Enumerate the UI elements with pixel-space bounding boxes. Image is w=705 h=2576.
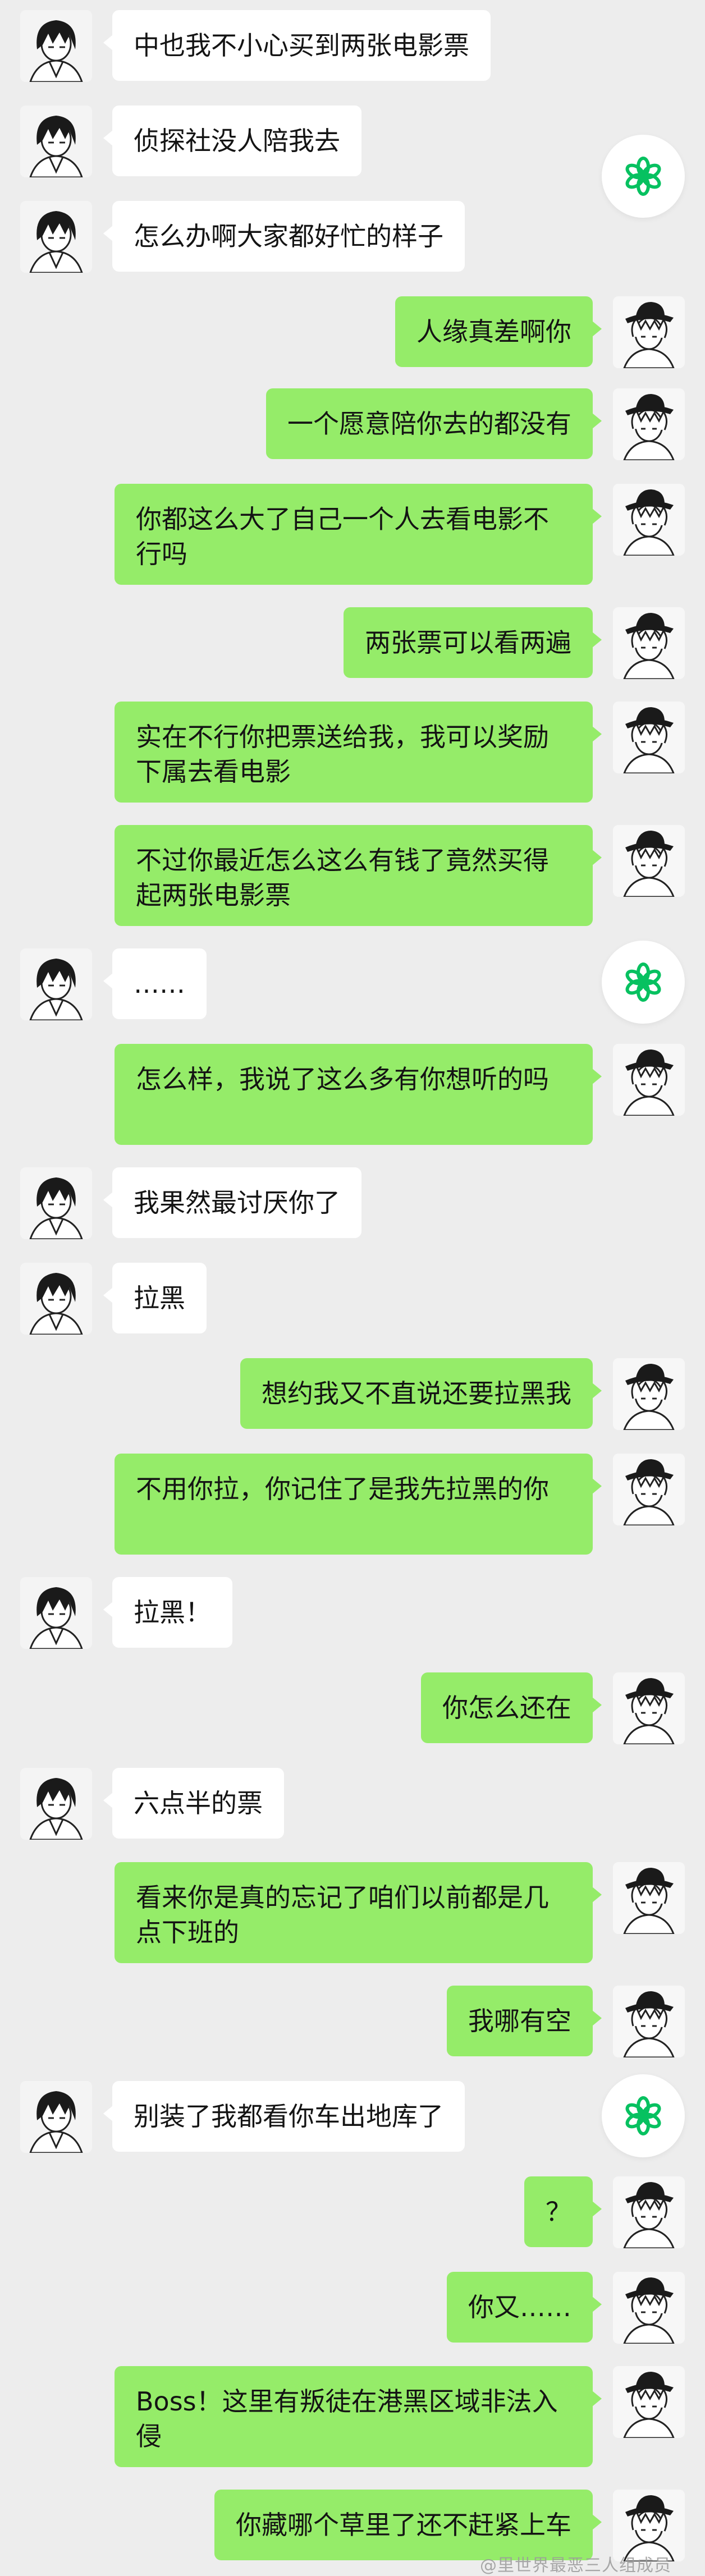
dark-haired-boy-avatar-icon bbox=[20, 201, 92, 273]
floating-action-button[interactable] bbox=[602, 941, 685, 1024]
hat-wearing-boy-avatar-icon bbox=[613, 1862, 685, 1934]
avatar-left[interactable] bbox=[20, 1263, 92, 1335]
message-bubble[interactable]: …… bbox=[103, 948, 207, 1019]
message-bubble[interactable]: 实在不行你把票送给我，我可以奖励下属去看电影 bbox=[115, 702, 602, 803]
avatar-right[interactable] bbox=[613, 2366, 685, 2438]
avatar-left[interactable] bbox=[20, 1167, 92, 1239]
hat-wearing-boy-avatar-icon bbox=[613, 607, 685, 679]
hat-wearing-boy-avatar-icon bbox=[613, 825, 685, 897]
gear-icon bbox=[625, 962, 661, 1002]
hat-wearing-boy-avatar-icon bbox=[613, 1454, 685, 1525]
hat-wearing-boy-avatar-icon bbox=[613, 388, 685, 460]
hat-wearing-boy-avatar-icon bbox=[613, 2366, 685, 2438]
dark-haired-boy-avatar-icon bbox=[20, 2081, 92, 2153]
hat-wearing-boy-avatar-icon bbox=[613, 484, 685, 556]
hat-wearing-boy-avatar-icon bbox=[613, 1358, 685, 1430]
message-bubble[interactable]: 侦探社没人陪我去 bbox=[103, 106, 361, 176]
chat-thread: 中也我不小心买到两张电影票 侦探社没人陪我去 怎么办啊大家都好忙的样子 人缘真差… bbox=[0, 0, 705, 2575]
message-bubble[interactable]: Boss！这里有叛徒在港黑区域非法入侵 bbox=[115, 2366, 602, 2467]
watermark: @里世界最恶三人组成员 bbox=[480, 2556, 671, 2575]
avatar-left[interactable] bbox=[20, 201, 92, 273]
hat-wearing-boy-avatar-icon bbox=[613, 1044, 685, 1116]
avatar-left[interactable] bbox=[20, 1577, 92, 1649]
avatar-left[interactable] bbox=[20, 10, 92, 82]
dark-haired-boy-avatar-icon bbox=[20, 1167, 92, 1239]
message-bubble[interactable]: 六点半的票 bbox=[103, 1768, 284, 1839]
hat-wearing-boy-avatar-icon bbox=[613, 2176, 685, 2248]
hat-wearing-boy-avatar-icon bbox=[613, 702, 685, 773]
message-bubble[interactable]: 你又…… bbox=[447, 2272, 602, 2343]
dark-haired-boy-avatar-icon bbox=[20, 948, 92, 1020]
hat-wearing-boy-avatar-icon bbox=[613, 2272, 685, 2344]
avatar-left[interactable] bbox=[20, 2081, 92, 2153]
message-bubble[interactable]: 怎么样，我说了这么多有你想听的吗 bbox=[115, 1044, 602, 1145]
message-bubble[interactable]: 你怎么还在 bbox=[421, 1672, 602, 1743]
message-bubble[interactable]: 我果然最讨厌你了 bbox=[103, 1167, 361, 1238]
avatar-right[interactable] bbox=[613, 296, 685, 368]
avatar-right[interactable] bbox=[613, 1454, 685, 1525]
hat-wearing-boy-avatar-icon bbox=[613, 1986, 685, 2057]
dark-haired-boy-avatar-icon bbox=[20, 1263, 92, 1335]
avatar-right[interactable] bbox=[613, 825, 685, 897]
avatar-right[interactable] bbox=[613, 1358, 685, 1430]
message-bubble[interactable]: 别装了我都看你车出地库了 bbox=[103, 2081, 465, 2152]
floating-action-button[interactable] bbox=[602, 2074, 685, 2157]
dark-haired-boy-avatar-icon bbox=[20, 106, 92, 177]
avatar-right[interactable] bbox=[613, 607, 685, 679]
avatar-left[interactable] bbox=[20, 1768, 92, 1840]
gear-icon bbox=[625, 157, 661, 196]
dark-haired-boy-avatar-icon bbox=[20, 1577, 92, 1649]
message-bubble[interactable]: 两张票可以看两遍 bbox=[344, 607, 602, 678]
message-bubble[interactable]: 中也我不小心买到两张电影票 bbox=[103, 10, 491, 81]
message-bubble[interactable]: 你藏哪个草里了还不赶紧上车 bbox=[214, 2490, 602, 2560]
message-bubble[interactable]: 怎么办啊大家都好忙的样子 bbox=[103, 201, 465, 272]
message-bubble[interactable]: 看来你是真的忘记了咱们以前都是几点下班的 bbox=[115, 1862, 602, 1963]
message-bubble[interactable]: 拉黑！ bbox=[103, 1577, 232, 1648]
avatar-right[interactable] bbox=[613, 484, 685, 556]
avatar-right[interactable] bbox=[613, 1044, 685, 1116]
message-bubble[interactable]: 我哪有空 bbox=[447, 1986, 602, 2056]
avatar-left[interactable] bbox=[20, 106, 92, 177]
avatar-right[interactable] bbox=[613, 1862, 685, 1934]
avatar-right[interactable] bbox=[613, 2176, 685, 2248]
message-bubble[interactable]: ？ bbox=[524, 2176, 602, 2247]
message-bubble[interactable]: 你都这么大了自己一个人去看电影不行吗 bbox=[115, 484, 602, 585]
floating-action-button[interactable] bbox=[602, 135, 685, 218]
avatar-right[interactable] bbox=[613, 1986, 685, 2057]
message-bubble[interactable]: 人缘真差啊你 bbox=[395, 296, 602, 367]
message-bubble[interactable]: 一个愿意陪你去的都没有 bbox=[266, 388, 602, 459]
hat-wearing-boy-avatar-icon bbox=[613, 1672, 685, 1744]
dark-haired-boy-avatar-icon bbox=[20, 1768, 92, 1840]
dark-haired-boy-avatar-icon bbox=[20, 10, 92, 82]
avatar-right[interactable] bbox=[613, 702, 685, 773]
avatar-right[interactable] bbox=[613, 2490, 685, 2561]
message-bubble[interactable]: 不用你拉，你记住了是我先拉黑的你 bbox=[115, 1454, 602, 1555]
gear-icon bbox=[625, 2096, 661, 2135]
avatar-right[interactable] bbox=[613, 2272, 685, 2344]
message-bubble[interactable]: 不过你最近怎么这么有钱了竟然买得起两张电影票 bbox=[115, 825, 602, 926]
avatar-left[interactable] bbox=[20, 948, 92, 1020]
avatar-right[interactable] bbox=[613, 388, 685, 460]
hat-wearing-boy-avatar-icon bbox=[613, 2490, 685, 2561]
avatar-right[interactable] bbox=[613, 1672, 685, 1744]
message-bubble[interactable]: 想约我又不直说还要拉黑我 bbox=[240, 1358, 602, 1429]
hat-wearing-boy-avatar-icon bbox=[613, 296, 685, 368]
message-bubble[interactable]: 拉黑 bbox=[103, 1263, 207, 1333]
